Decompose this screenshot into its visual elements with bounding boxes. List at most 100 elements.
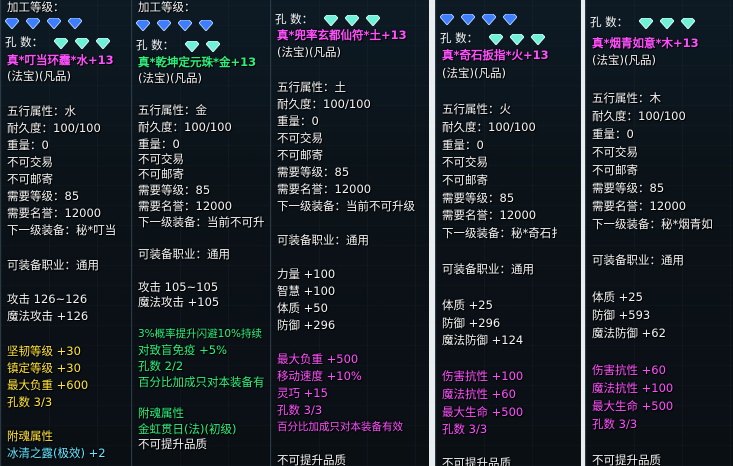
no-mail: 不可邮寄 [592,163,638,177]
weight: 重量：0 [442,138,484,152]
extra-line: 镇定等级 +30 [7,361,81,375]
weight: 重量：0 [592,127,634,141]
extra-line: 坚韧等级 +30 [7,344,81,358]
extra-line: 冰清之露(极效) +2 [7,446,106,460]
extra-line: 最大生命 +500 [592,399,674,413]
gem-row-top [5,14,84,30]
extra-line: 3%概率提升闪避10%持续 [138,328,262,340]
gem-icon [366,15,381,26]
stat-line: 魔法防御 +62 [592,326,666,340]
item-tooltip-metal: 加工等级： 孔 数： 真*乾坤定元珠*金+13 (法宝)(凡品) 五行属性：金 … [131,0,270,466]
gem-icon [54,38,69,49]
gem-icon [489,34,504,45]
gem-icon [136,20,150,31]
no-trade: 不可交易 [442,155,488,169]
job: 可装备职业：通用 [442,262,534,276]
req-level: 需要等级：85 [592,181,665,195]
extra-line: 最大生命 +500 [442,405,524,419]
item-type: (法宝)(凡品) [592,53,656,67]
next-equip: 下一级装备：当前不可升 [138,215,265,229]
gem-icon [510,34,525,45]
req-level: 需要等级：85 [442,191,515,205]
holes-row: 孔 数： [136,37,222,53]
no-mail: 不可邮寄 [138,167,184,181]
process-level: 加工等级： [138,0,196,14]
gem-icon [324,15,339,26]
job: 可装备职业：通用 [7,258,99,272]
item-name: 真*叮当环霾*水+13 [7,53,114,67]
next-equip: 下一级装备：当前不可升级 [277,199,415,213]
extra-line: 百分比加成只对本装备有 [138,375,265,389]
extra-line: 移动速度 +10% [277,369,362,383]
req-level: 需要等级：85 [277,165,350,179]
gem-icon [178,20,193,31]
durability: 耐久度：100/100 [138,120,232,134]
gem-icon [660,18,675,29]
stat-line: 力量 +100 [277,267,336,281]
extra-line: 附魂属性 [138,406,184,420]
item-name: 真*烟青如意*木+13 [592,36,699,50]
no-trade: 不可交易 [277,131,323,145]
req-fame: 需要名誉：12000 [277,182,372,196]
extra-line: 孔数 3/3 [592,417,638,431]
extra-line: 魔法抗性 +60 [442,387,516,401]
holes-label: 孔 数： [136,38,175,52]
no-trade: 不可交易 [138,152,184,166]
extra-line: 魔法抗性 +100 [592,381,674,395]
durability: 耐久度：100/100 [277,97,371,111]
gem-icon [461,14,476,25]
stat-line: 魔法攻击 +105 [138,295,220,309]
item-tooltip-fire: 孔 数： 真*奇石扳指*火+13 (法宝)(凡品) 五行属性：火 耐久度：100… [435,0,582,466]
process-level: 加工等级： [7,0,65,14]
req-fame: 需要名誉：12000 [592,199,687,213]
no-trade: 不可交易 [7,155,53,169]
holes-row: 孔 数： [590,14,697,30]
item-tooltip-wood: 孔 数： 真*烟青如意*木+13 (法宝)(凡品) 五行属性：木 耐久度：100… [585,0,733,466]
stat-line: 体质 +25 [592,290,643,304]
item-tooltip-water: 加工等级： 孔 数： 真*叮当环霾*水+13 (法宝)(凡品) 五行属性：水 耐… [0,0,131,466]
req-level: 需要等级：85 [138,183,211,197]
holes-label: 孔 数： [5,35,44,49]
next-equip: 下一级装备：秘*烟青如 [592,217,713,231]
gem-icon [96,38,111,49]
gem-icon [5,18,19,29]
gem-icon [681,18,696,29]
durability: 耐久度：100/100 [7,121,101,135]
item-name: 真*乾坤定元珠*金+13 [138,55,257,69]
stat-line: 攻击 126~126 [7,292,88,306]
req-fame: 需要名誉：12000 [442,208,537,222]
durability: 耐久度：100/100 [442,120,536,134]
element: 五行属性：火 [442,102,511,116]
extra-line: 孔数 3/3 [277,403,323,417]
extra-line: 灵巧 +15 [277,386,328,400]
next-equip: 下一级装备：秘*奇石扌 [442,226,563,240]
no-trade: 不可交易 [592,145,638,159]
extra-line: 金虹贯日(法)(初级) [138,422,237,436]
element: 五行属性：水 [7,104,76,118]
next-equip: 下一级装备：秘*叮当 [7,223,117,237]
gem-icon [639,18,654,29]
stat-line: 防御 +296 [277,318,336,332]
item-name: 真*奇石扳指*火+13 [442,48,549,62]
durability: 耐久度：100/100 [592,109,686,123]
item-name: 真*兜率玄都仙符*土+13 [277,28,407,42]
extra-line: 对致盲免疫 +5% [138,343,228,357]
gem-icon [199,20,214,31]
extra-line: 伤害抗性 +60 [592,363,666,377]
stat-line: 魔法攻击 +126 [7,309,89,323]
gem-icon [206,41,221,52]
gem-icon [503,14,518,25]
extra-line: 孔数 3/3 [442,422,488,436]
element: 五行属性：土 [277,80,346,94]
stat-line: 防御 +296 [442,316,501,330]
gem-icon [482,14,497,25]
req-fame: 需要名誉：12000 [7,206,102,220]
extra-line: 附魂属性 [7,429,53,443]
stat-line: 攻击 105~105 [138,280,219,294]
no-mail: 不可邮寄 [442,173,488,187]
req-fame: 需要名誉：12000 [138,199,233,213]
weight: 重量：0 [7,138,49,152]
stat-line: 防御 +593 [592,308,651,322]
extra-line: 孔数 3/3 [7,395,53,409]
holes-label: 孔 数： [275,12,314,26]
